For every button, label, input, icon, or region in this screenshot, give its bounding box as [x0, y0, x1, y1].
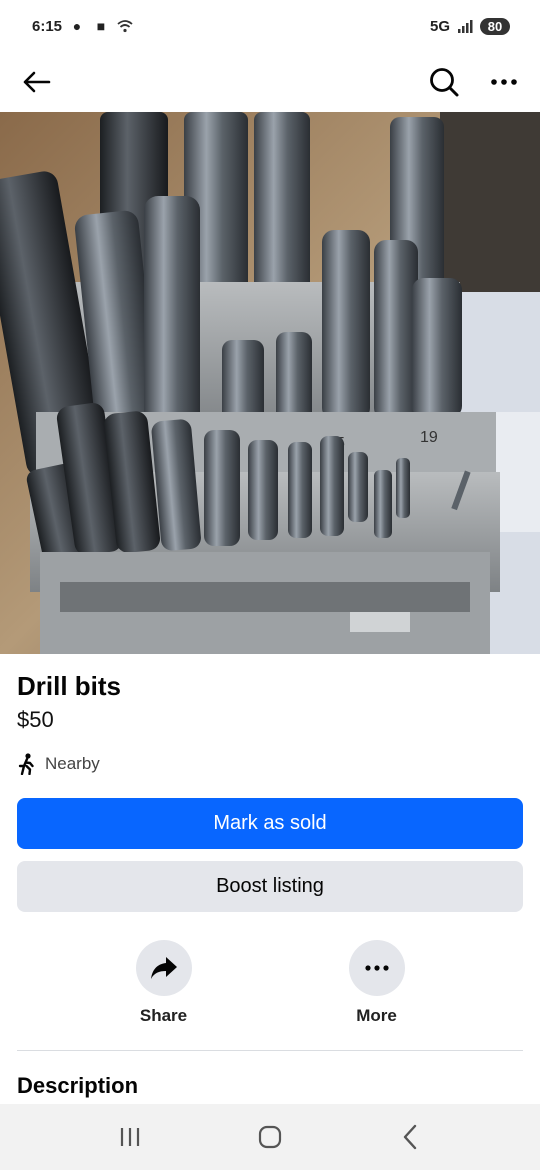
status-time: 6:15	[32, 17, 63, 35]
drill-bits-image: 5 19	[0, 112, 540, 654]
home-button[interactable]	[240, 1112, 300, 1162]
listing-photo[interactable]: 5 19	[0, 112, 540, 654]
more-label: More	[356, 1006, 397, 1025]
battery-indicator: 80	[480, 17, 510, 35]
walking-person-icon	[18, 753, 34, 775]
search-button[interactable]	[424, 62, 464, 102]
divider	[17, 1050, 523, 1051]
share-label: Share	[139, 1006, 188, 1025]
wifi-icon	[116, 17, 134, 35]
arrow-left-icon	[23, 71, 51, 93]
listing-location[interactable]: Nearby	[17, 752, 523, 776]
home-icon	[258, 1125, 282, 1149]
more-options-button[interactable]	[484, 62, 524, 102]
notification-icon: ●	[72, 18, 82, 34]
system-nav-bar	[0, 1104, 540, 1170]
signal-icon	[456, 17, 474, 35]
recent-apps-icon	[120, 1128, 140, 1146]
app-icon: ■	[96, 18, 106, 34]
action-row: Share More	[17, 940, 523, 1026]
network-label: 5G	[429, 17, 450, 35]
system-back-button[interactable]	[380, 1112, 440, 1162]
recent-apps-button[interactable]	[100, 1112, 160, 1162]
top-nav	[0, 52, 540, 112]
share-circle	[135, 940, 192, 996]
svg-text:19: 19	[420, 429, 438, 446]
share-arrow-icon	[150, 957, 177, 979]
share-button[interactable]: Share	[104, 940, 224, 1026]
more-dots-icon	[364, 965, 389, 971]
listing-info: Drill bits $50 Nearby Mark as sold Boost…	[0, 654, 540, 1099]
more-circle	[348, 940, 405, 996]
chevron-left-icon	[403, 1124, 417, 1150]
mark-as-sold-button[interactable]: Mark as sold	[17, 798, 523, 849]
back-button[interactable]	[16, 62, 56, 102]
description-heading: Description	[17, 1073, 139, 1098]
boost-listing-button[interactable]: Boost listing	[17, 861, 523, 912]
status-right: 5G 80	[430, 17, 510, 35]
more-button[interactable]: More	[317, 940, 437, 1026]
listing-title: Drill bits	[17, 671, 122, 701]
status-left: 6:15 ● ■	[32, 17, 134, 35]
more-horizontal-icon	[491, 79, 517, 85]
nav-right	[424, 62, 524, 102]
location-label: Nearby	[45, 754, 100, 773]
listing-price: $50	[17, 707, 54, 732]
status-bar: 6:15 ● ■ 5G 80	[0, 0, 540, 52]
search-icon	[430, 68, 459, 97]
